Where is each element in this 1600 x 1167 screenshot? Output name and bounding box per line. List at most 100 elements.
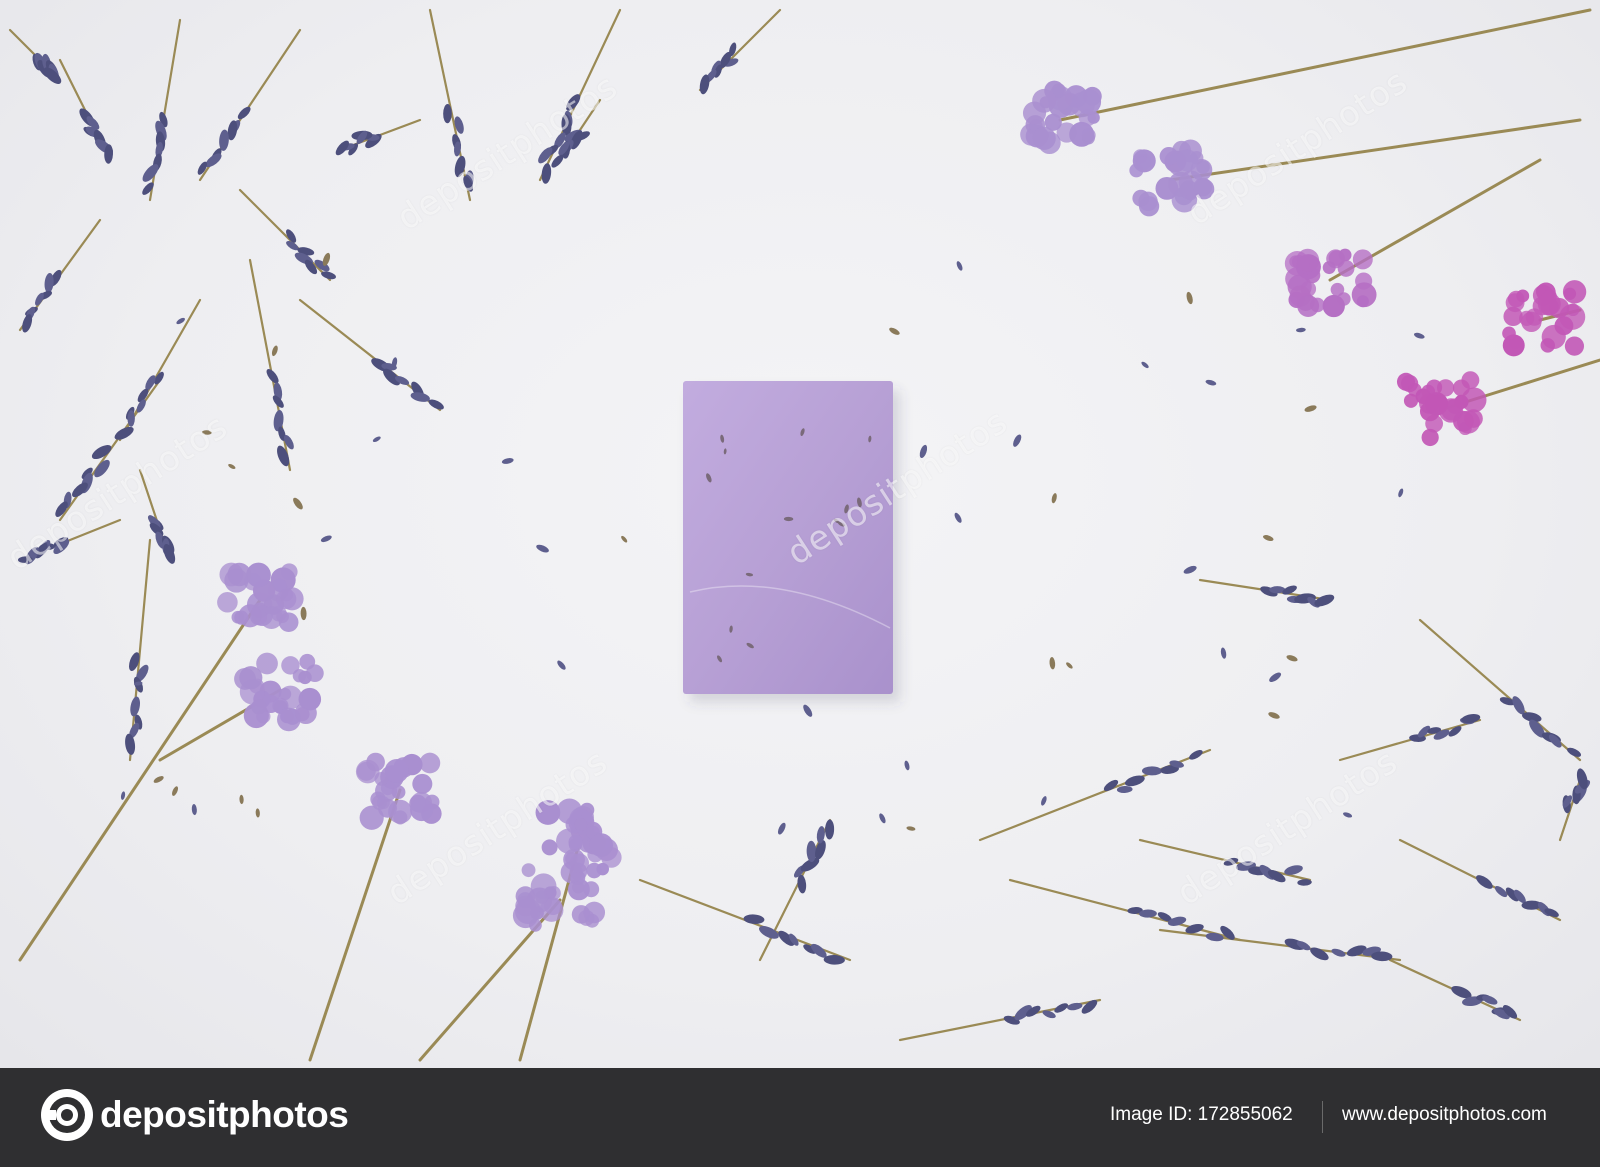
lavender-bud	[1269, 672, 1282, 683]
statice-blossom	[1081, 128, 1096, 143]
lavender-bud	[1331, 948, 1346, 957]
statice-blossom	[384, 758, 409, 783]
statice-blossom	[1407, 382, 1422, 397]
statice-blossom	[1436, 379, 1455, 397]
statice-blossom	[410, 797, 434, 822]
lavender-bud	[176, 317, 185, 325]
lavender-bud	[557, 660, 566, 670]
statice-blossom	[276, 610, 289, 623]
lavender-bud	[1186, 291, 1193, 305]
footer-bar: depositphotos Image ID: 172855062 www.de…	[0, 1068, 1600, 1167]
lavender-bud	[743, 914, 765, 924]
lavender-bud	[1183, 565, 1197, 574]
lavender-bud	[1567, 747, 1582, 757]
statice-blossom	[539, 898, 564, 922]
statice-blossom	[251, 699, 267, 715]
lavender-bud	[1205, 932, 1224, 942]
statice-blossom	[572, 881, 585, 894]
statice-blossom	[1563, 287, 1577, 300]
lavender-bud	[1398, 488, 1404, 498]
statice-blossom	[281, 656, 300, 675]
lavender-bud	[91, 445, 112, 460]
lavender-bud	[1268, 712, 1280, 719]
lavender-bud	[153, 776, 164, 783]
statice-blossom	[1136, 156, 1150, 171]
statice-blossom	[1519, 310, 1535, 326]
statice-blossom	[583, 901, 606, 924]
lavender-stem	[238, 188, 332, 282]
site-url-link[interactable]: www.depositphotos.com	[1342, 1104, 1547, 1126]
lavender-bud	[1066, 662, 1073, 669]
statice-blossom	[1132, 189, 1150, 207]
statice-blossom	[1176, 149, 1199, 172]
statice-blossom	[1464, 409, 1483, 428]
lavender-bud	[239, 794, 244, 805]
statice-stem	[1058, 8, 1592, 122]
statice-blossom	[1056, 122, 1077, 143]
statice-blossom	[419, 752, 441, 774]
statice-blossom	[1537, 292, 1561, 316]
lavender-bud	[1310, 947, 1329, 961]
statice-blossom	[1284, 251, 1310, 276]
brand-logo[interactable]: depositphotos	[40, 1088, 349, 1142]
statice-blossom	[596, 862, 609, 876]
lavender-bud	[904, 760, 910, 771]
lavender-bud	[541, 163, 552, 184]
statice-blossom	[412, 773, 433, 794]
statice-blossom	[299, 653, 316, 670]
statice-stem	[308, 788, 402, 1062]
statice-blossom	[391, 785, 406, 799]
lavender-bud	[1296, 327, 1306, 333]
lavender-bud	[1205, 379, 1217, 386]
lavender-bud	[191, 804, 197, 816]
lavender-bud	[443, 104, 452, 124]
lavender-bud	[1413, 332, 1425, 339]
statice-blossom	[574, 818, 588, 831]
statice-blossom	[356, 761, 376, 781]
statice-blossom	[583, 881, 600, 898]
lavender-bud	[501, 458, 514, 464]
lavender-bud	[956, 261, 963, 271]
lavender-bud	[1263, 535, 1274, 541]
lavender-bud	[255, 808, 260, 818]
statice-blossom	[1297, 295, 1320, 317]
statice-blossom	[569, 853, 590, 873]
statice-blossom	[546, 886, 561, 901]
lavender-bud	[1141, 766, 1162, 776]
statice-blossom	[280, 563, 298, 581]
lavender-bud	[428, 399, 444, 410]
statice-blossom	[1330, 282, 1345, 297]
lavender-bud	[806, 840, 817, 863]
lavender-bud	[825, 819, 835, 840]
statice-blossom	[1356, 295, 1369, 308]
statice-blossom	[217, 591, 238, 613]
statice-blossom	[238, 604, 262, 628]
statice-blossom	[1337, 260, 1355, 277]
lavender-bud	[1141, 361, 1149, 369]
statice-blossom	[1554, 316, 1574, 336]
footer-divider	[1322, 1101, 1323, 1133]
statice-blossom	[1540, 338, 1555, 353]
lavender-bud	[1189, 750, 1203, 760]
lavender-bud	[906, 826, 916, 831]
lavender-bud	[889, 327, 900, 335]
camera-shutter-icon	[41, 1089, 93, 1141]
lavender-bud	[300, 606, 307, 621]
statice-blossom	[568, 834, 583, 850]
statice-blossom	[1352, 249, 1373, 270]
lavender-bud	[777, 822, 786, 835]
lavender-bud	[120, 791, 126, 800]
statice-blossom	[515, 895, 536, 917]
statice-blossom	[1452, 379, 1470, 397]
lavender-bud	[271, 345, 278, 357]
image-id-label: Image ID: 172855062	[1110, 1104, 1293, 1125]
statice-blossom	[1454, 394, 1469, 410]
statice-blossom	[278, 685, 303, 710]
brand-name: depositphotos	[100, 1094, 349, 1135]
lavender-bud	[1041, 796, 1047, 806]
statice-blossom	[521, 863, 536, 878]
statice-blossom	[1159, 146, 1179, 166]
statice-blossom	[1032, 88, 1056, 113]
lavender-bud	[954, 512, 962, 523]
statice-blossom	[1322, 261, 1336, 275]
